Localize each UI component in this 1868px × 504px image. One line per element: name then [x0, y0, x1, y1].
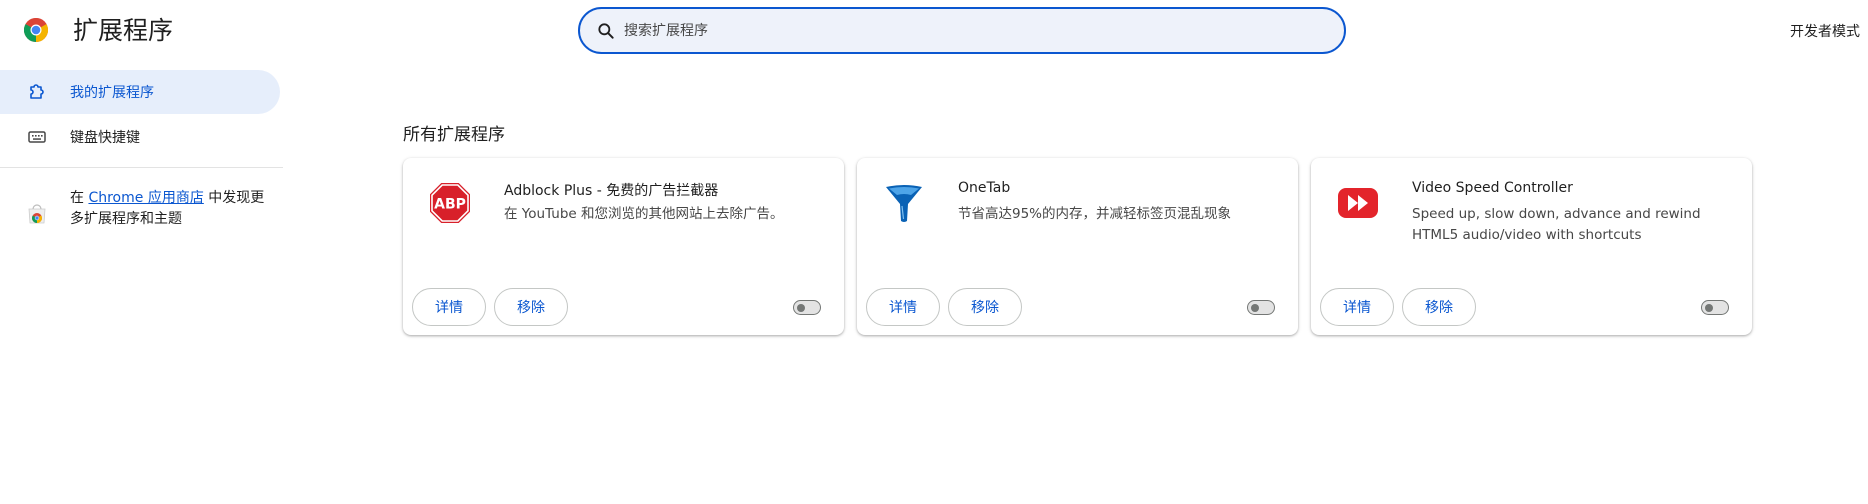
keyboard-icon: [28, 131, 46, 143]
details-button[interactable]: 详情: [412, 288, 486, 326]
search-icon: [598, 22, 614, 39]
toggle-knob: [1705, 303, 1713, 312]
extension-description: 节省高达95%的内存，并减轻标签页混乱现象: [958, 206, 1232, 222]
section-title: 所有扩展程序: [403, 125, 505, 145]
remove-button[interactable]: 移除: [1402, 288, 1476, 326]
sidebar-item-label: 键盘快捷键: [70, 130, 140, 146]
toggle-knob: [797, 303, 805, 312]
onetab-funnel-icon: [886, 185, 922, 222]
chrome-logo-icon: [24, 18, 48, 42]
promo-prefix: 在: [70, 190, 89, 206]
extension-card: Video Speed Controller Speed up, slow do…: [1311, 158, 1752, 335]
fast-forward-icon: [1338, 188, 1378, 218]
chrome-web-store-icon: [28, 204, 46, 224]
sidebar-divider: [0, 167, 283, 168]
page-title: 扩展程序: [73, 16, 174, 45]
remove-button[interactable]: 移除: [948, 288, 1022, 326]
search-input[interactable]: [622, 21, 1322, 40]
header: 扩展程序 开发者模式: [0, 0, 1868, 62]
toggle-knob: [1251, 303, 1259, 312]
remove-button[interactable]: 移除: [494, 288, 568, 326]
abp-icon: ABP: [430, 183, 470, 223]
details-button[interactable]: 详情: [866, 288, 940, 326]
chrome-web-store-link[interactable]: Chrome 应用商店: [88, 190, 203, 206]
sidebar-item-label: 我的扩展程序: [70, 85, 154, 101]
sidebar-item-keyboard-shortcuts[interactable]: 键盘快捷键: [0, 115, 280, 159]
extension-name: Adblock Plus - 免费的广告拦截器: [504, 183, 719, 199]
enable-toggle[interactable]: [1247, 300, 1275, 315]
enable-toggle[interactable]: [1701, 300, 1729, 315]
developer-mode-label[interactable]: 开发者模式: [1790, 21, 1860, 41]
extension-name: OneTab: [958, 180, 1011, 196]
details-button[interactable]: 详情: [1320, 288, 1394, 326]
extension-description: Speed up, slow down, advance and rewind …: [1412, 206, 1701, 243]
web-store-promo-text: 在 Chrome 应用商店 中发现更多扩展程序和主题: [70, 188, 270, 230]
enable-toggle[interactable]: [793, 300, 821, 315]
search-box[interactable]: [578, 7, 1346, 54]
svg-text:ABP: ABP: [434, 197, 466, 213]
extension-card: OneTab 节省高达95%的内存，并减轻标签页混乱现象 详情 移除: [857, 158, 1298, 335]
sidebar-item-my-extensions[interactable]: 我的扩展程序: [0, 70, 280, 114]
extension-description: 在 YouTube 和您浏览的其他网站上去除广告。: [504, 206, 784, 222]
web-store-promo: 在 Chrome 应用商店 中发现更多扩展程序和主题: [0, 184, 283, 234]
extension-name: Video Speed Controller: [1412, 180, 1573, 196]
extension-icon: [30, 84, 44, 99]
extension-card: ABP Adblock Plus - 免费的广告拦截器 在 YouTube 和您…: [403, 158, 844, 335]
